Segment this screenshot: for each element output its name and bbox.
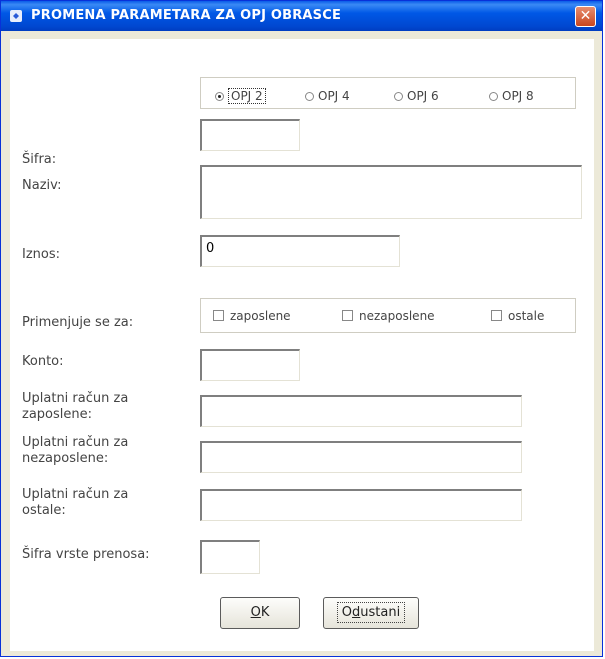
close-button[interactable]: ✕ [575, 6, 596, 27]
radio-selected-icon [215, 92, 224, 101]
sifra-vrste-prenosa-label: Šifra vrste prenosa: [22, 547, 150, 562]
iznos-input[interactable]: 0 [200, 235, 400, 267]
checkbox-icon [213, 310, 224, 321]
racun-ostale-input[interactable] [200, 489, 522, 521]
sifra-input[interactable] [200, 119, 300, 151]
app-icon [10, 10, 22, 22]
window-title: PROMENA PARAMETARA ZA OPJ OBRASCE [31, 8, 342, 23]
checkbox-nezaposlene[interactable]: nezaposlene [342, 309, 435, 323]
radio-icon [489, 92, 498, 101]
naziv-input[interactable] [200, 165, 582, 219]
dialog-window: PROMENA PARAMETARA ZA OPJ OBRASCE ✕ OPJ … [0, 0, 603, 657]
racun-zaposlene-input[interactable] [200, 395, 522, 427]
racun-zaposlene-label: Uplatni račun za zaposlene: [22, 391, 129, 422]
naziv-label: Naziv: [22, 178, 62, 193]
racun-nezaposlene-label: Uplatni račun za nezaposlene: [22, 435, 129, 466]
radio-icon [394, 92, 403, 101]
close-icon: ✕ [579, 8, 592, 24]
racun-ostale-label: Uplatni račun za ostale: [22, 487, 129, 518]
checkbox-zaposlene[interactable]: zaposlene [213, 309, 291, 323]
primenjuje-group: zaposlene nezaposlene ostale [200, 298, 576, 333]
dialog-body: OPJ 2 OPJ 4 OPJ 6 OPJ 8 Šifra: Naziv: Iz… [10, 39, 594, 651]
radio-opj-8[interactable]: OPJ 8 [489, 89, 534, 103]
radio-icon [305, 92, 314, 101]
cancel-button[interactable]: Odustani [323, 597, 419, 629]
konto-input[interactable] [200, 349, 300, 381]
iznos-label: Iznos: [22, 247, 61, 262]
title-bar[interactable]: PROMENA PARAMETARA ZA OPJ OBRASCE ✕ [1, 1, 602, 31]
racun-nezaposlene-input[interactable] [200, 441, 522, 473]
konto-label: Konto: [22, 354, 64, 369]
primenjuje-label: Primenjuje se za: [22, 315, 134, 330]
radio-opj-6[interactable]: OPJ 6 [394, 89, 439, 103]
opj-radio-group: OPJ 2 OPJ 4 OPJ 6 OPJ 8 [200, 77, 576, 109]
radio-opj-4[interactable]: OPJ 4 [305, 89, 350, 103]
sifra-vrste-prenosa-input[interactable] [200, 540, 260, 574]
checkbox-icon [491, 310, 502, 321]
radio-opj-2[interactable]: OPJ 2 [215, 88, 266, 104]
ok-button[interactable]: OK [220, 597, 300, 629]
checkbox-ostale[interactable]: ostale [491, 309, 544, 323]
sifra-label: Šifra: [22, 152, 57, 167]
checkbox-icon [342, 310, 353, 321]
